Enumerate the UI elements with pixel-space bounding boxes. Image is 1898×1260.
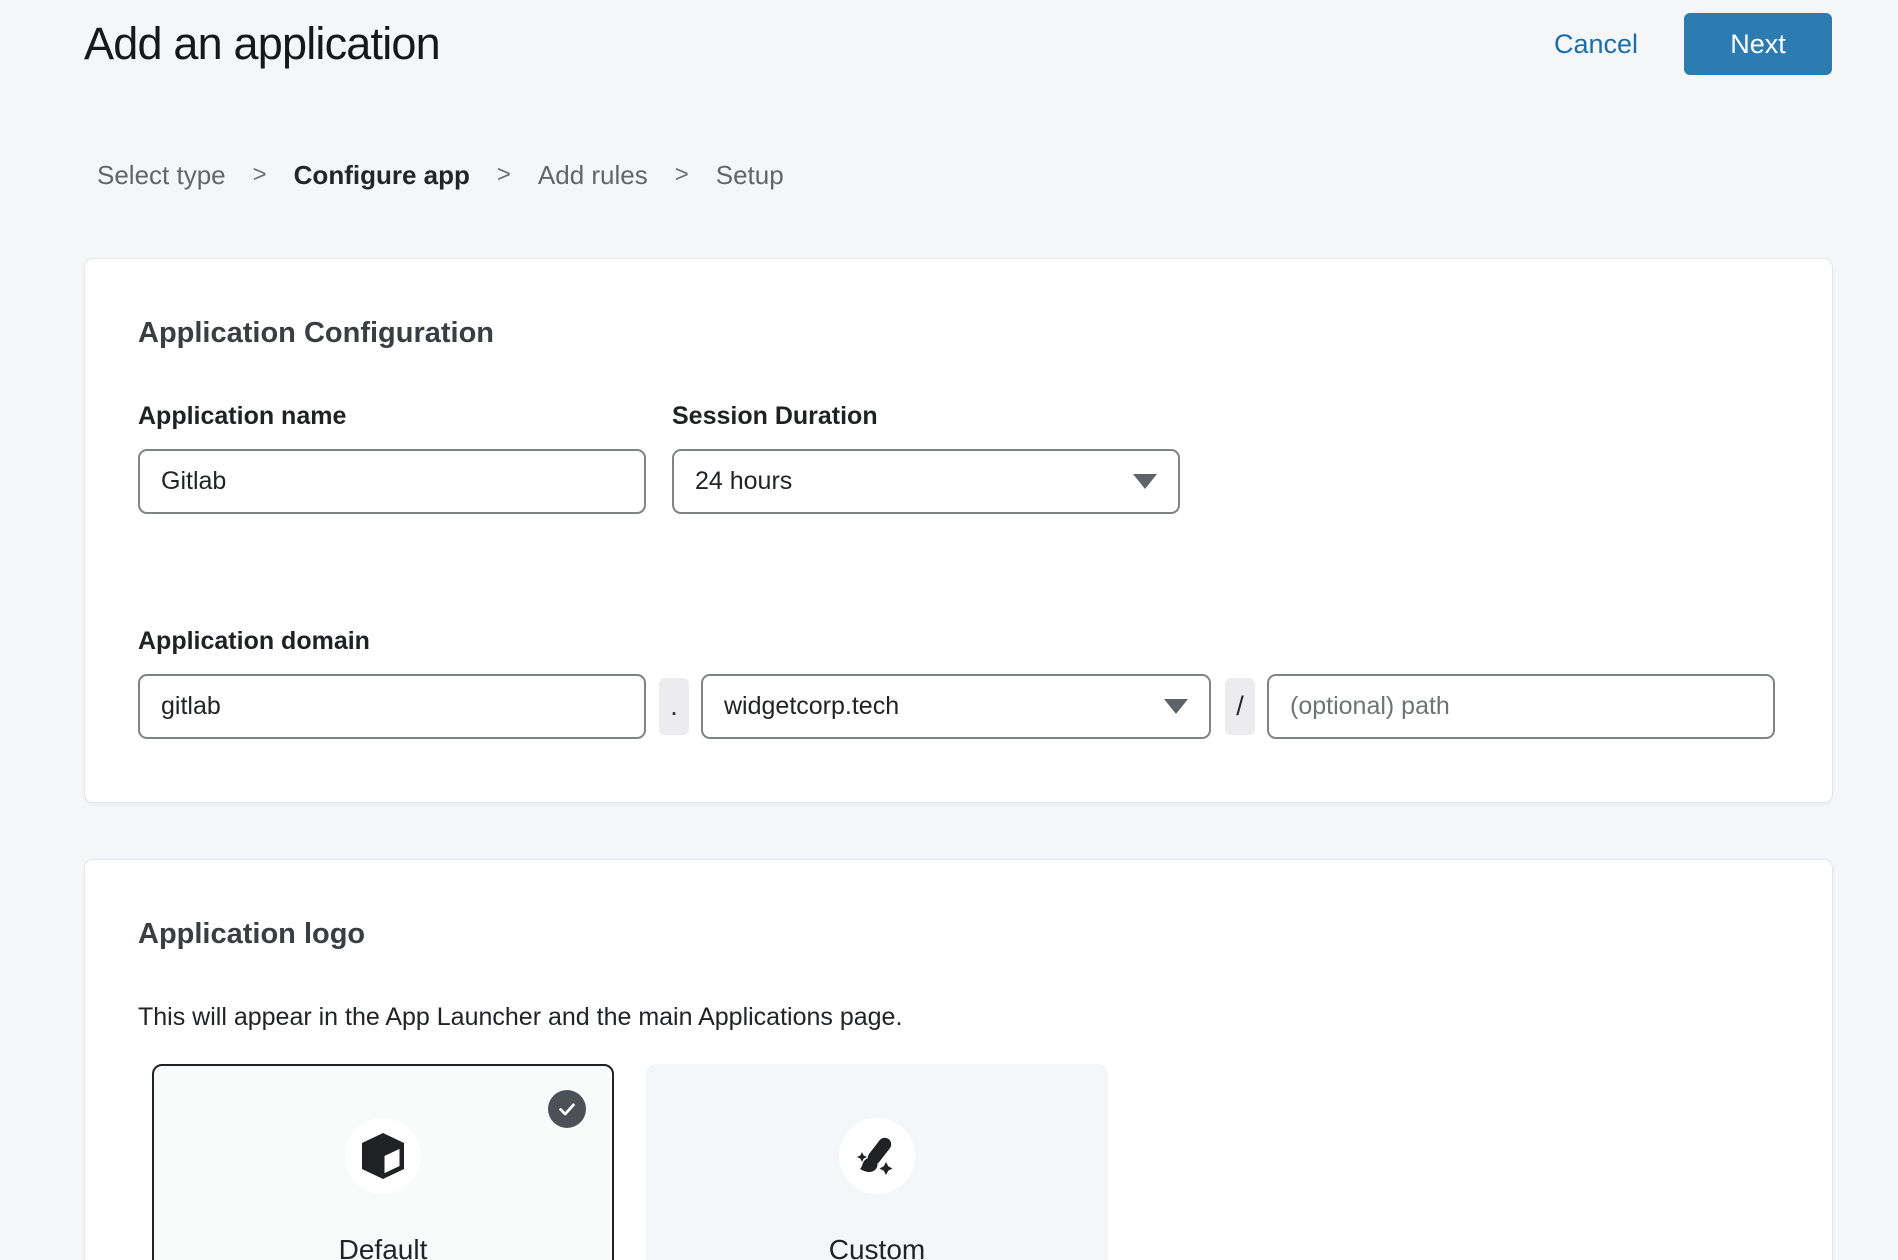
application-configuration-heading: Application Configuration (138, 315, 1779, 351)
application-domain-row: . widgetcorp.tech / (138, 674, 1779, 739)
breadcrumb-separator: > (253, 161, 267, 189)
cancel-button[interactable]: Cancel (1554, 29, 1638, 60)
session-duration-label: Session Duration (672, 401, 1180, 431)
breadcrumb-step-setup[interactable]: Setup (716, 160, 784, 191)
logo-option-custom[interactable]: Custom (646, 1064, 1108, 1260)
application-logo-card: Application logo This will appear in the… (84, 859, 1833, 1260)
page-header: Add an application Cancel Next (0, 0, 1898, 88)
next-button[interactable]: Next (1684, 13, 1832, 75)
path-input[interactable] (1267, 674, 1775, 739)
breadcrumb-step-select-type[interactable]: Select type (97, 160, 226, 191)
logo-option-label: Custom (829, 1234, 925, 1260)
session-duration-field-group: Session Duration 24 hours (672, 401, 1180, 514)
application-name-label: Application name (138, 401, 646, 431)
check-icon (556, 1098, 578, 1120)
cube-icon (360, 1131, 406, 1181)
application-configuration-card: Application Configuration Application na… (84, 258, 1833, 803)
domain-select-value: widgetcorp.tech (724, 692, 899, 721)
application-logo-description: This will appear in the App Launcher and… (138, 1002, 1779, 1032)
logo-option-default[interactable]: Default (152, 1064, 614, 1260)
session-duration-select[interactable]: 24 hours (672, 449, 1180, 514)
breadcrumb-separator: > (497, 161, 511, 189)
application-name-field-group: Application name (138, 401, 646, 514)
custom-logo-circle (839, 1118, 915, 1194)
default-logo-circle (345, 1118, 421, 1194)
domain-select[interactable]: widgetcorp.tech (701, 674, 1211, 739)
breadcrumb-step-add-rules[interactable]: Add rules (538, 160, 648, 191)
logo-option-tiles: Default Custom (152, 1064, 1779, 1260)
session-duration-value: 24 hours (695, 467, 792, 496)
breadcrumb-step-configure-app[interactable]: Configure app (294, 160, 470, 191)
chevron-down-icon (1164, 699, 1188, 714)
application-logo-heading: Application logo (138, 916, 1779, 952)
subdomain-input[interactable] (138, 674, 646, 739)
breadcrumb: Select type > Configure app > Add rules … (97, 160, 1898, 190)
slash-separator: / (1225, 678, 1255, 735)
selected-check-badge (548, 1090, 586, 1128)
application-name-input[interactable] (138, 449, 646, 514)
dot-separator: . (659, 678, 689, 735)
logo-option-label: Default (339, 1234, 428, 1260)
breadcrumb-separator: > (675, 161, 689, 189)
name-session-row: Application name Session Duration 24 hou… (138, 401, 1779, 514)
page-title: Add an application (84, 18, 1554, 70)
paintbrush-icon (853, 1132, 901, 1180)
chevron-down-icon (1133, 474, 1157, 489)
application-domain-label: Application domain (138, 626, 1779, 656)
